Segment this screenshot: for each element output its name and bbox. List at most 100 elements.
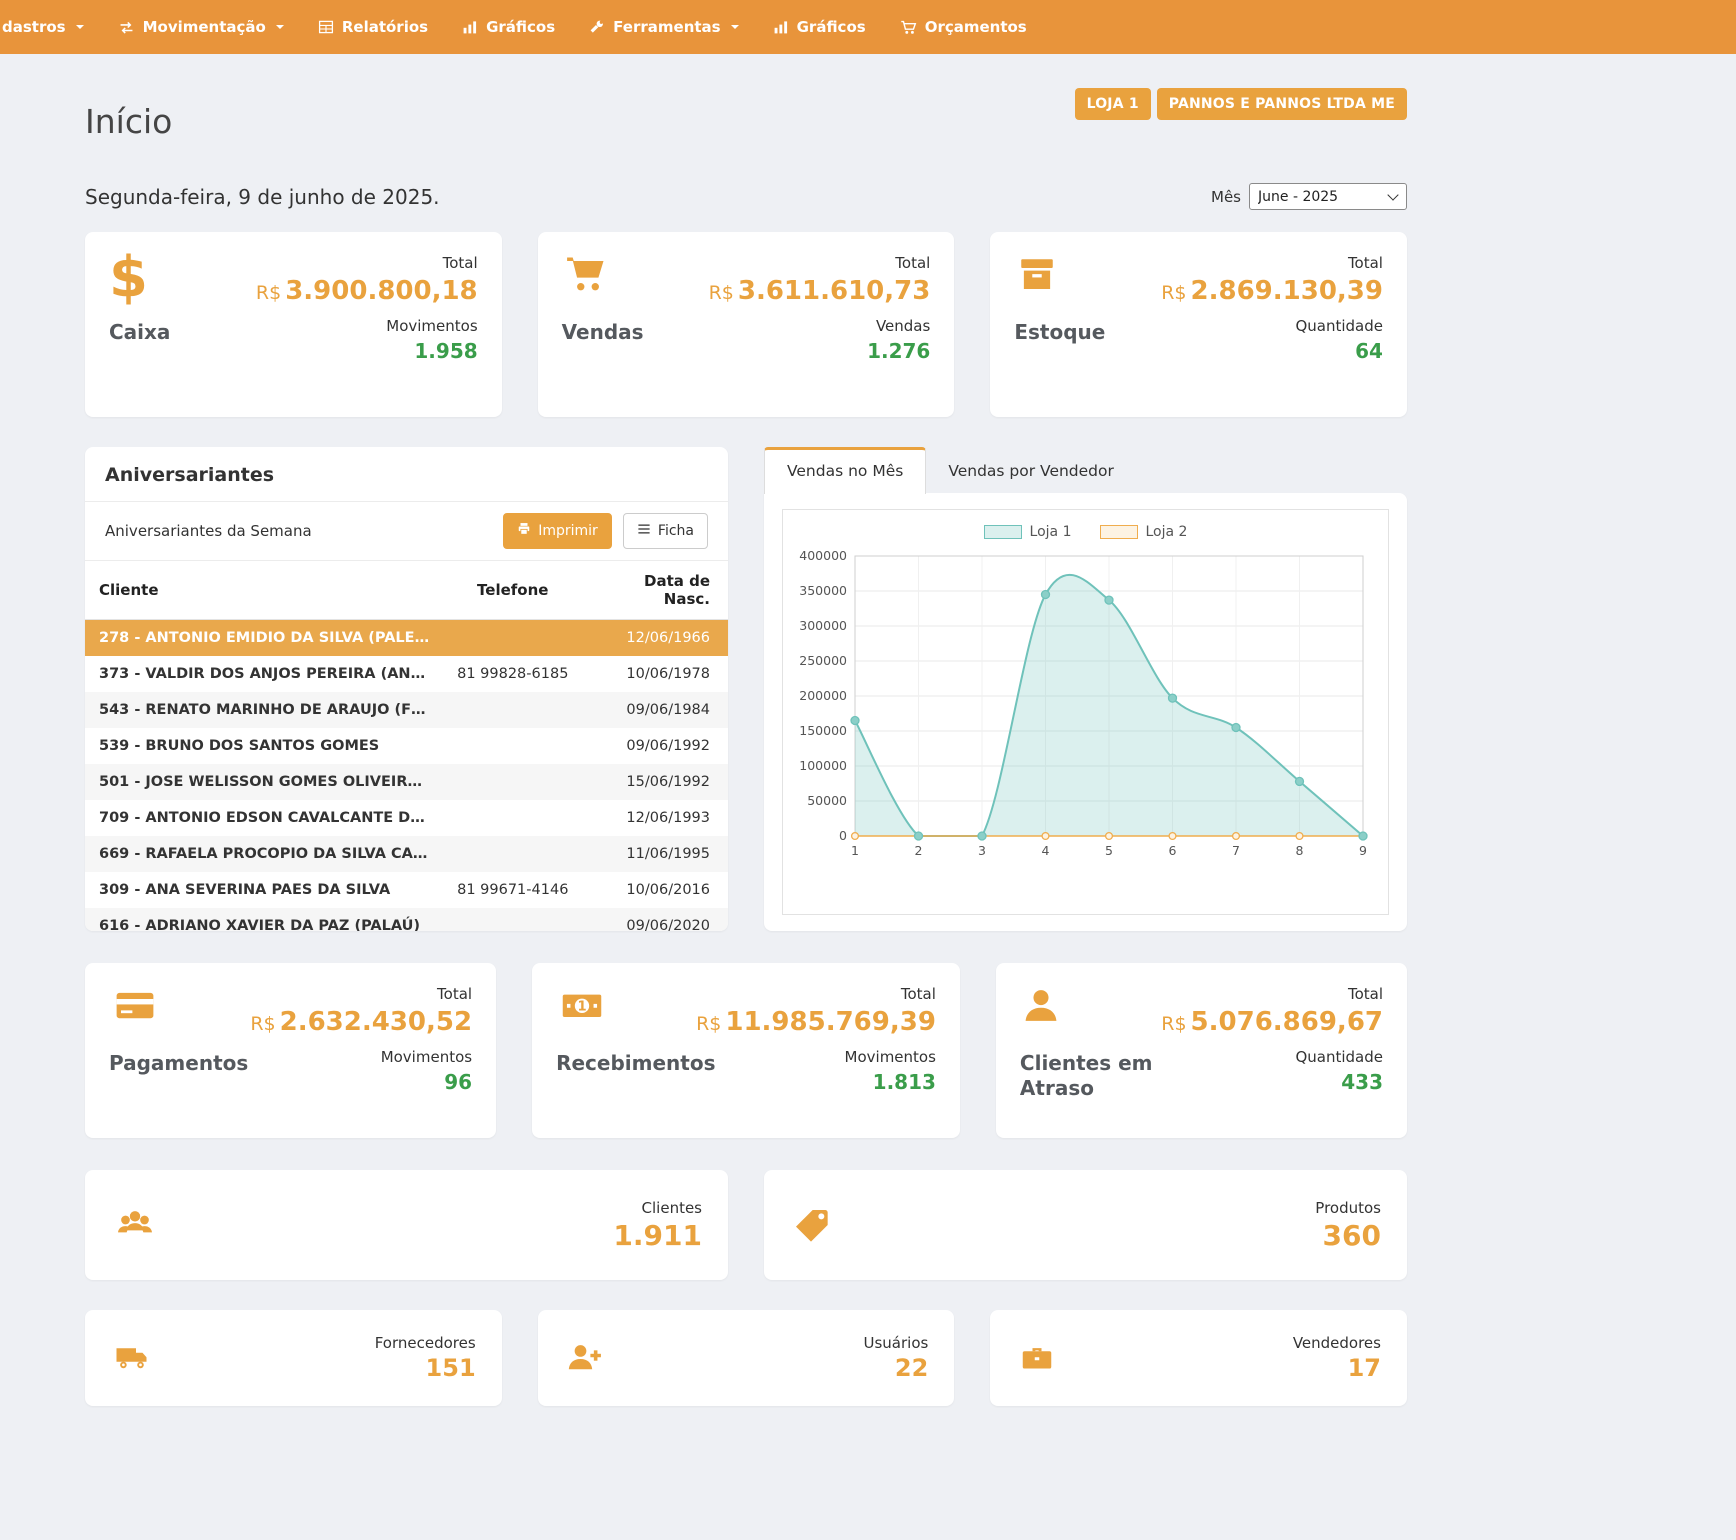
chart-tabs: Vendas no Mês Vendas por Vendedor <box>764 447 1407 494</box>
table-row[interactable]: 616 - ADRIANO XAVIER DA PAZ (PALAÚ) 09/0… <box>85 908 728 931</box>
cell-cliente: 616 - ADRIANO XAVIER DA PAZ (PALAÚ) <box>85 908 443 931</box>
legend-item[interactable]: Loja 1 <box>984 524 1072 540</box>
card-title: Estoque <box>1014 320 1154 345</box>
cell-data: 10/06/2016 <box>582 872 728 908</box>
svg-text:1: 1 <box>851 843 859 858</box>
table-row[interactable]: 543 - RENATO MARINHO DE ARAUJO (F… 09/06… <box>85 692 728 728</box>
chart-legend: Loja 1 Loja 2 <box>984 524 1188 540</box>
svg-text:150000: 150000 <box>799 723 847 738</box>
svg-text:0: 0 <box>839 828 847 843</box>
total-label: Total <box>437 985 472 1003</box>
nav-item-cadastros[interactable]: dastros <box>0 0 101 54</box>
nav-label: Orçamentos <box>925 18 1027 36</box>
tab-vendas-por-vendedor[interactable]: Vendas por Vendedor <box>926 447 1136 494</box>
card-value: 17 <box>1348 1354 1381 1382</box>
card-produtos: Produtos 360 <box>764 1170 1407 1280</box>
cell-data: 09/06/1992 <box>582 728 728 764</box>
nav-item-ferramentas[interactable]: Ferramentas <box>572 0 755 54</box>
secondary-label: Movimentos <box>386 317 477 335</box>
month-select[interactable]: June - 2025 <box>1249 183 1407 210</box>
card-title: Clientes em Atraso <box>1020 1051 1160 1101</box>
column-header-cliente[interactable]: Cliente <box>85 561 443 620</box>
card-vendas: Vendas Total R$3.611.610,73 Vendas 1.276 <box>538 232 955 417</box>
credit-card-icon <box>109 985 249 1035</box>
currency-prefix: R$ <box>696 1013 721 1035</box>
secondary-value: 1.958 <box>414 339 477 363</box>
svg-text:4: 4 <box>1041 843 1049 858</box>
card-recebimentos: 1 Recebimentos Total R$11.985.769,39 Mov… <box>532 963 960 1138</box>
person-icon <box>1020 985 1160 1035</box>
currency-prefix: R$ <box>1161 282 1186 304</box>
nav-item-graficos-1[interactable]: Gráficos <box>445 0 572 54</box>
total-label: Total <box>1348 254 1383 272</box>
truck-icon <box>111 1340 155 1376</box>
legend-swatch <box>984 525 1022 539</box>
total-label: Total <box>443 254 478 272</box>
currency-prefix: R$ <box>250 1013 275 1035</box>
cart-icon <box>900 19 917 36</box>
amount: 2.869.130,39 <box>1191 276 1383 306</box>
table-row[interactable]: 278 - ANTONIO EMIDIO DA SILVA (PALE… 12/… <box>85 620 728 657</box>
total-value: R$3.900.800,18 <box>256 276 478 306</box>
secondary-label: Movimentos <box>845 1048 936 1066</box>
svg-text:350000: 350000 <box>799 583 847 598</box>
card-estoque: Estoque Total R$2.869.130,39 Quantidade … <box>990 232 1407 417</box>
secondary-value: 96 <box>444 1070 472 1094</box>
cell-telefone: 81 99828-6185 <box>443 656 582 692</box>
box-icon <box>1014 254 1154 304</box>
print-button[interactable]: Imprimir <box>503 513 612 549</box>
card-value: 22 <box>895 1354 928 1382</box>
nav-item-orcamentos[interactable]: Orçamentos <box>883 0 1044 54</box>
column-header-telefone[interactable]: Telefone <box>443 561 582 620</box>
table-row[interactable]: 309 - ANA SEVERINA PAES DA SILVA 81 9967… <box>85 872 728 908</box>
cell-cliente: 278 - ANTONIO EMIDIO DA SILVA (PALE… <box>85 620 443 657</box>
cell-telefone <box>443 836 582 872</box>
nav-item-relatorios[interactable]: Relatórios <box>301 0 445 54</box>
cell-cliente: 373 - VALDIR DOS ANJOS PEREIRA (AN… <box>85 656 443 692</box>
cell-cliente: 501 - JOSE WELISSON GOMES OLIVEIR… <box>85 764 443 800</box>
legend-label: Loja 1 <box>1030 524 1072 540</box>
nav-label: Movimentação <box>143 18 266 36</box>
svg-text:3: 3 <box>978 843 986 858</box>
month-select-wrap: June - 2025 <box>1249 183 1407 210</box>
chevron-down-icon <box>76 25 84 29</box>
table-row[interactable]: 539 - BRUNO DOS SANTOS GOMES 09/06/1992 <box>85 728 728 764</box>
cell-telefone <box>443 764 582 800</box>
svg-text:8: 8 <box>1295 843 1303 858</box>
ficha-button[interactable]: Ficha <box>623 513 708 549</box>
store-badge-loja1[interactable]: LOJA 1 <box>1075 88 1151 120</box>
cell-cliente: 709 - ANTONIO EDSON CAVALCANTE D… <box>85 800 443 836</box>
chevron-down-icon <box>276 25 284 29</box>
table-row[interactable]: 709 - ANTONIO EDSON CAVALCANTE D… 12/06/… <box>85 800 728 836</box>
company-badge[interactable]: PANNOS E PANNOS LTDA ME <box>1157 88 1407 120</box>
list-icon <box>637 522 651 540</box>
nav-item-movimentacao[interactable]: Movimentação <box>101 0 301 54</box>
tab-vendas-no-mes[interactable]: Vendas no Mês <box>764 447 926 494</box>
amount: 3.611.610,73 <box>738 276 930 306</box>
card-value: 360 <box>1323 1219 1381 1252</box>
user-plus-icon <box>564 1340 606 1376</box>
sales-chart: 0500001000001500002000002500003000003500… <box>793 544 1379 866</box>
nav-label: dastros <box>2 18 66 36</box>
card-fornecedores: Fornecedores 151 <box>85 1310 502 1406</box>
total-label: Total <box>1348 985 1383 1003</box>
total-label: Total <box>901 985 936 1003</box>
svg-text:250000: 250000 <box>799 653 847 668</box>
cell-data: 09/06/1984 <box>582 692 728 728</box>
table-row[interactable]: 373 - VALDIR DOS ANJOS PEREIRA (AN… 81 9… <box>85 656 728 692</box>
nav-label: Gráficos <box>486 18 555 36</box>
store-badges: LOJA 1 PANNOS E PANNOS LTDA ME <box>1075 88 1407 120</box>
nav-item-graficos-2[interactable]: Gráficos <box>756 0 883 54</box>
birthdays-subtitle: Aniversariantes da Semana <box>105 522 312 540</box>
cell-cliente: 539 - BRUNO DOS SANTOS GOMES <box>85 728 443 764</box>
table-row[interactable]: 501 - JOSE WELISSON GOMES OLIVEIR… 15/06… <box>85 764 728 800</box>
column-header-data-nasc[interactable]: Data de Nasc. <box>582 561 728 620</box>
report-icon <box>318 19 334 35</box>
cell-data: 15/06/1992 <box>582 764 728 800</box>
legend-item[interactable]: Loja 2 <box>1100 524 1188 540</box>
exchange-icon <box>118 19 135 36</box>
card-title: Vendas <box>562 320 702 345</box>
currency-prefix: R$ <box>256 282 281 304</box>
cell-telefone <box>443 620 582 657</box>
table-row[interactable]: 669 - RAFAELA PROCOPIO DA SILVA CA… 11/0… <box>85 836 728 872</box>
